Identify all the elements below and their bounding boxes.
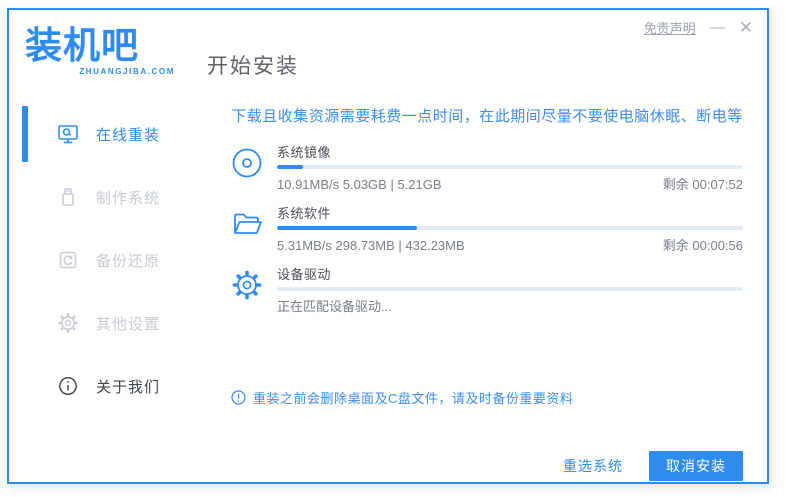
progress-bar: [277, 287, 743, 291]
sidebar-item-backup-restore[interactable]: 备份还原: [9, 232, 205, 288]
app-logo: 装机吧 ZHUANGJIBA.COM: [25, 25, 177, 77]
sidebar-item-make-system[interactable]: 制作系统: [9, 169, 205, 225]
sidebar-item-label: 其他设置: [96, 315, 161, 333]
task-row-device-driver: 设备驱动 正在匹配设备驱动...: [231, 265, 743, 315]
window-controls: 免责声明 — ✕: [644, 18, 753, 37]
sidebar: 在线重装 制作系统 备份还原 其他设置 关于我们: [9, 92, 205, 482]
disclaimer-link[interactable]: 免责声明: [644, 18, 696, 37]
logo-domain: ZHUANGJIBA.COM: [79, 67, 175, 76]
gear-icon: [57, 312, 79, 334]
cancel-install-button[interactable]: 取消安装: [649, 451, 743, 481]
progress-bar: [277, 226, 743, 230]
task-name: 系统镜像: [277, 145, 332, 160]
backup-restore-icon: [57, 249, 79, 271]
app-window: 装机吧 ZHUANGJIBA.COM 开始安装 免责声明 — ✕ 在线重装 制作…: [7, 8, 769, 484]
download-warning-text: 下载且收集资源需要耗费一点时间，在此期间尽量不要使电脑休眠、断电等: [231, 108, 743, 125]
task-name: 设备驱动: [277, 267, 332, 282]
task-remaining-time: 剩余 00:00:56: [662, 238, 743, 253]
window-body: 在线重装 制作系统 备份还原 其他设置 关于我们 下载且收集资源需要耗费一点时间…: [9, 92, 767, 482]
task-speed-stats: 10.91MB/s 5.03GB | 5.21GB: [277, 177, 442, 192]
task-remaining-time: 剩余 00:07:52: [662, 177, 743, 192]
backup-note-text: 重装之前会删除桌面及C盘文件，请及时备份重要资料: [253, 391, 574, 406]
folder-icon: [231, 204, 277, 254]
usb-drive-icon: [57, 186, 79, 208]
active-indicator: [22, 106, 28, 162]
sidebar-item-about-us[interactable]: 关于我们: [9, 358, 205, 414]
driver-gear-icon: [231, 265, 277, 315]
info-icon: [57, 375, 79, 397]
task-name: 系统软件: [277, 206, 332, 221]
sidebar-item-label: 制作系统: [96, 189, 161, 207]
monitor-reinstall-icon: [57, 123, 79, 145]
task-status-text: 正在匹配设备驱动...: [277, 299, 392, 314]
task-row-system-software: 系统软件 5.31MB/s 298.73MB | 432.23MB 剩余 00:…: [231, 204, 743, 254]
task-speed-stats: 5.31MB/s 298.73MB | 432.23MB: [277, 238, 465, 253]
footer-actions: 重选系统 取消安装: [231, 451, 743, 481]
progress-bar: [277, 165, 743, 169]
logo-text: 装机吧: [25, 25, 139, 66]
exclamation-circle-icon: [231, 390, 246, 405]
page-title: 开始安装: [207, 55, 299, 78]
task-row-system-image: 系统镜像 10.91MB/s 5.03GB | 5.21GB 剩余 00:07:…: [231, 143, 743, 193]
sidebar-item-label: 关于我们: [96, 378, 161, 396]
sidebar-item-other-settings[interactable]: 其他设置: [9, 295, 205, 351]
sidebar-item-label: 备份还原: [96, 252, 161, 270]
close-button[interactable]: ✕: [739, 18, 753, 37]
sidebar-item-label: 在线重装: [96, 126, 161, 144]
backup-note: 重装之前会删除桌面及C盘文件，请及时备份重要资料: [231, 388, 743, 407]
main-content: 下载且收集资源需要耗费一点时间，在此期间尽量不要使电脑休眠、断电等 系统镜像 1…: [205, 92, 767, 482]
disc-icon: [231, 143, 277, 193]
header: 装机吧 ZHUANGJIBA.COM 开始安装 免责声明 — ✕: [9, 10, 767, 92]
sidebar-item-online-reinstall[interactable]: 在线重装: [9, 106, 205, 162]
minimize-button[interactable]: —: [710, 19, 725, 37]
reselect-system-button[interactable]: 重选系统: [563, 456, 623, 476]
